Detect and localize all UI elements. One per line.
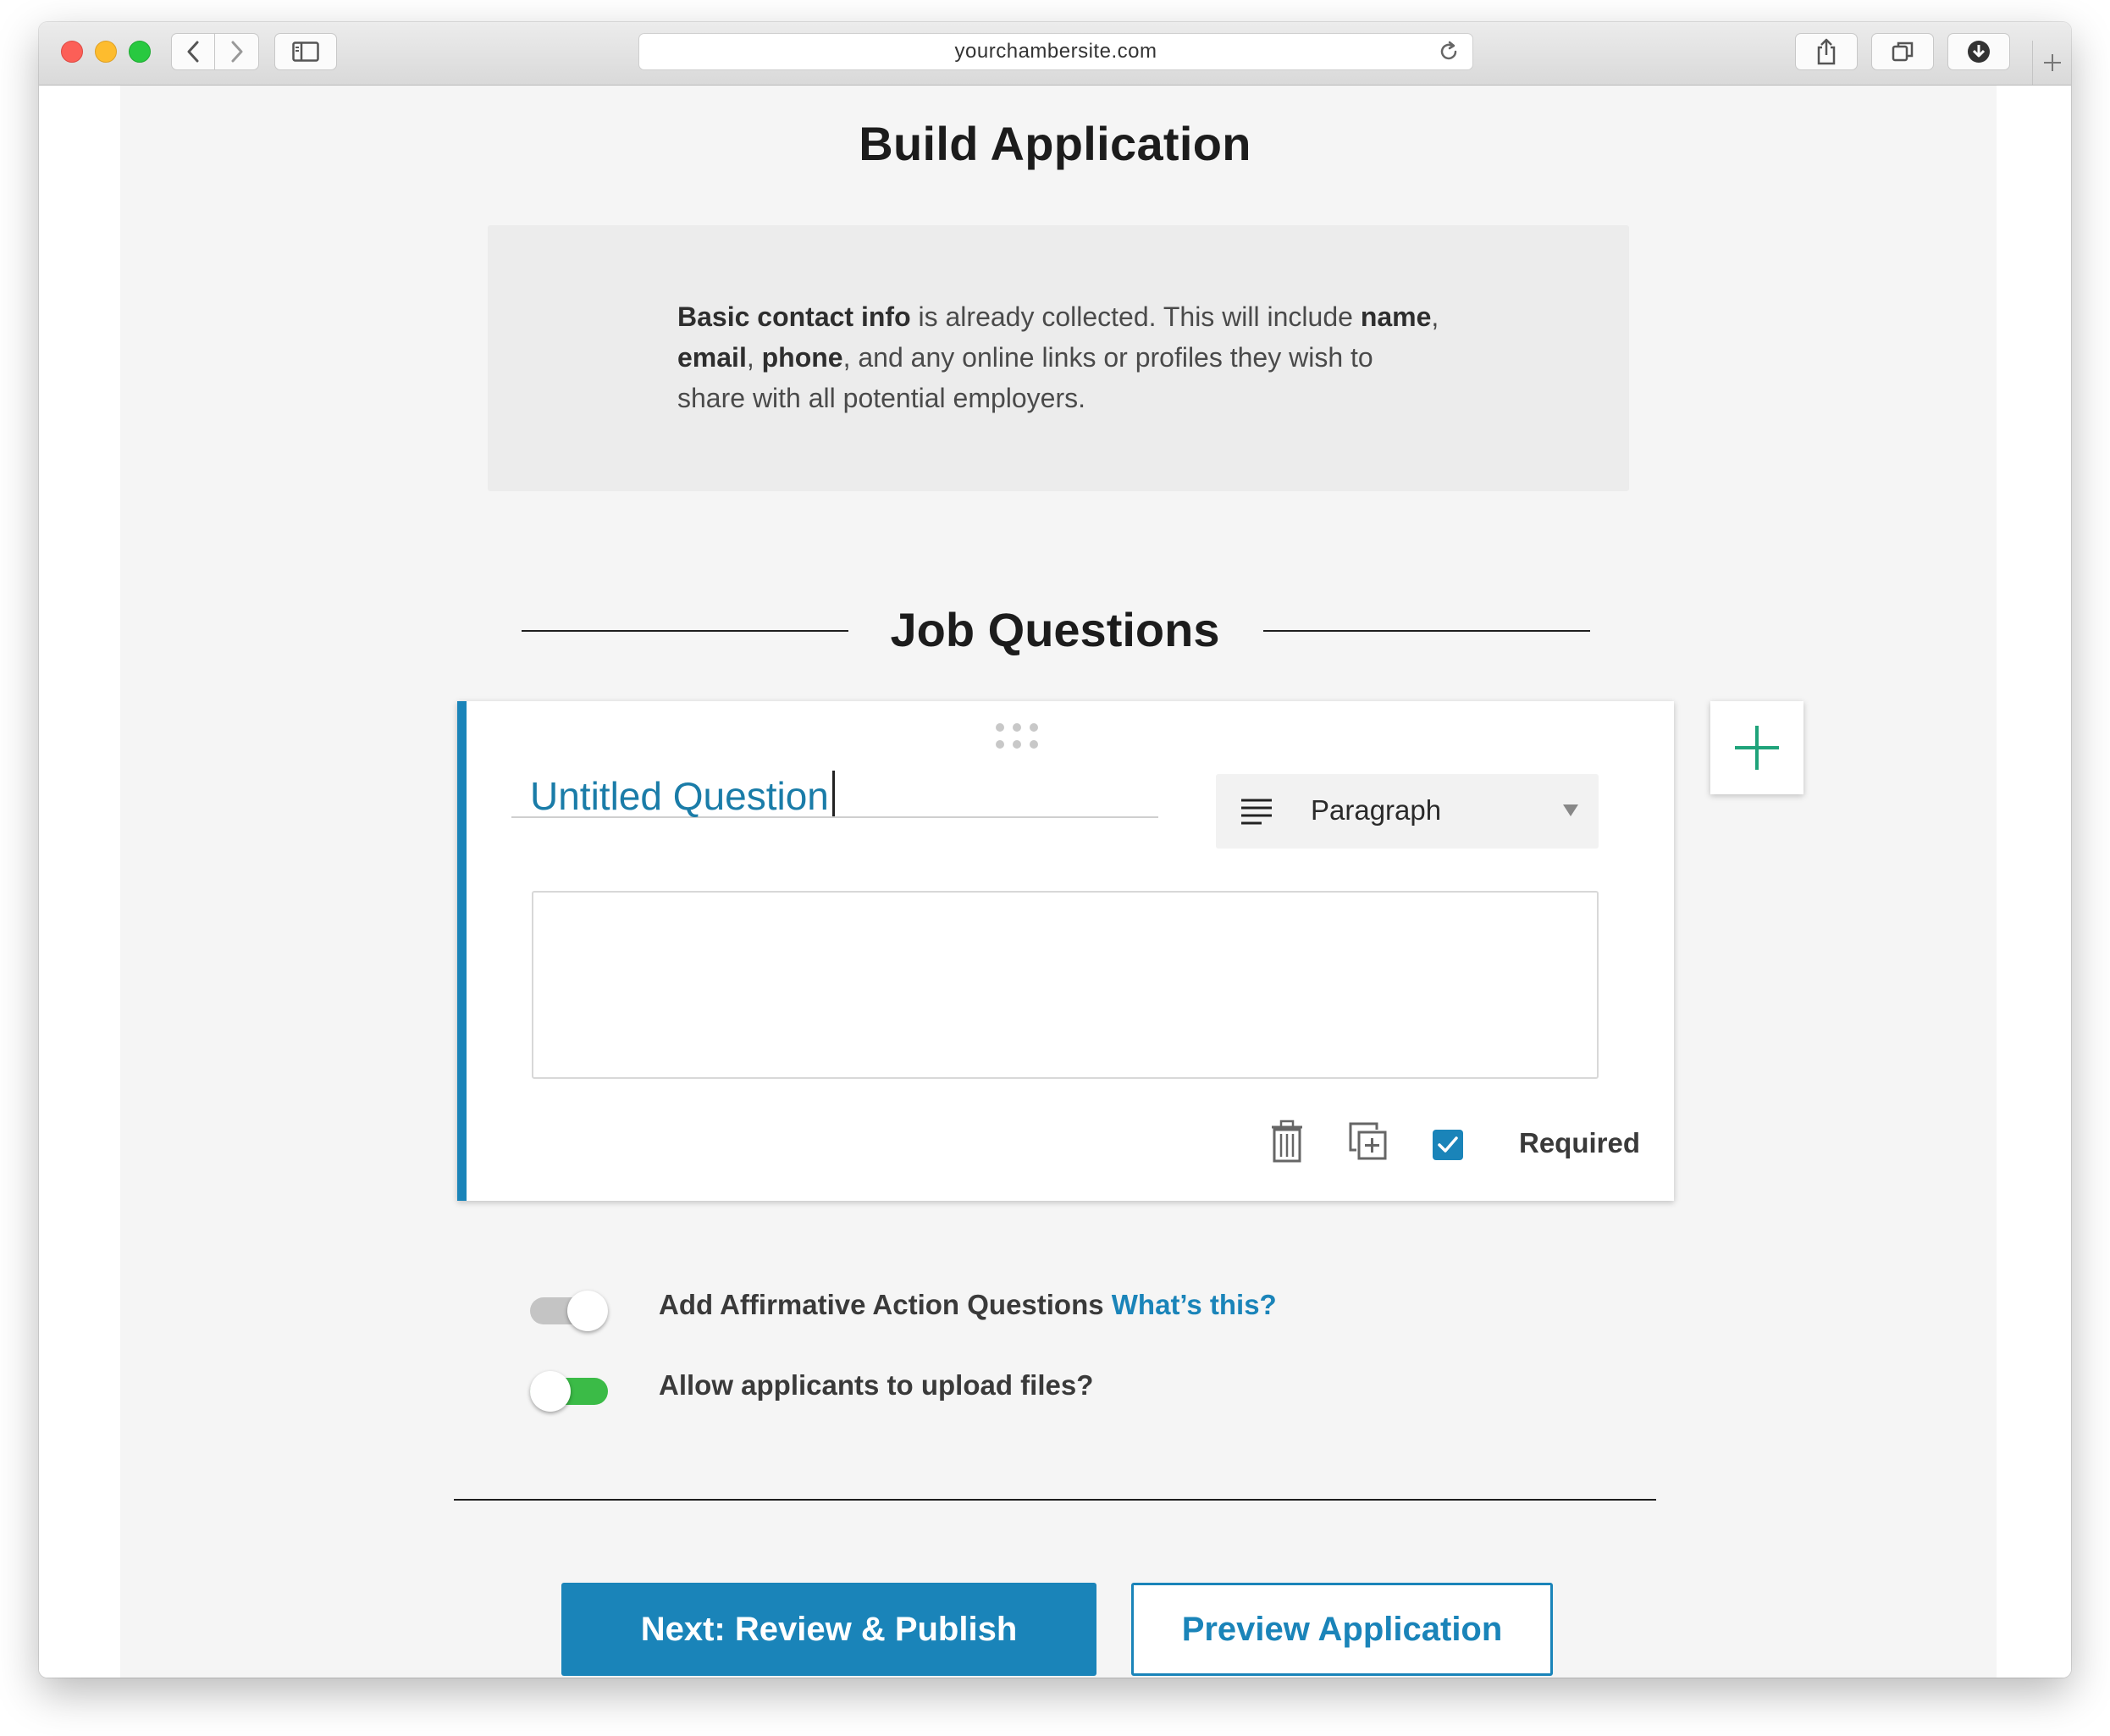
close-window-button[interactable] <box>61 41 83 63</box>
question-type-select[interactable]: Paragraph <box>1216 774 1599 849</box>
new-tab-button[interactable] <box>2032 41 2071 85</box>
toggle-knob <box>567 1291 608 1331</box>
duplicate-question-button[interactable] <box>1348 1121 1389 1166</box>
affirmative-action-text: Add Affirmative Action Questions <box>659 1289 1104 1320</box>
info-bold-email: email <box>677 342 747 373</box>
chevron-left-icon <box>187 41 199 63</box>
share-icon <box>1817 38 1836 65</box>
text-cursor <box>831 771 835 816</box>
page-viewport: Build Application Basic contact info is … <box>39 86 2071 1678</box>
trash-icon <box>1272 1120 1302 1163</box>
job-questions-heading: Job Questions <box>890 603 1220 656</box>
tabs-overview-button[interactable] <box>1871 33 1934 70</box>
forward-button[interactable] <box>215 33 259 70</box>
downloads-button[interactable] <box>1947 33 2010 70</box>
checkmark-icon <box>1438 1136 1458 1153</box>
duplicate-icon <box>1349 1122 1387 1160</box>
browser-toolbar: yourchambersite.com <box>39 22 2071 86</box>
url-text: yourchambersite.com <box>954 40 1157 63</box>
sidebar-icon <box>292 41 319 62</box>
active-card-indicator <box>457 701 467 1201</box>
info-comma-1: , <box>1431 301 1439 332</box>
info-bold-contact: Basic contact info <box>677 301 911 332</box>
chevron-right-icon <box>231 41 242 63</box>
contact-info-text: Basic contact info is already collected.… <box>677 296 1439 418</box>
page-title: Build Application <box>859 117 1251 170</box>
question-title-value: Untitled Question <box>530 774 829 818</box>
question-title-text[interactable]: Untitled Question <box>530 771 835 819</box>
add-question-button[interactable] <box>1710 701 1803 794</box>
toggle-knob <box>530 1371 571 1412</box>
answer-preview-field[interactable] <box>532 891 1599 1079</box>
question-type-label: Paragraph <box>1311 794 1442 826</box>
info-bold-phone: phone <box>761 342 843 373</box>
affirmative-action-label: Add Affirmative Action Questions What’s … <box>659 1289 1277 1321</box>
footer-divider <box>454 1499 1656 1501</box>
browser-window: yourchambersite.com Build Application Ba… <box>39 22 2071 1678</box>
info-text-1: is already collected. This will include <box>910 301 1361 332</box>
reload-icon[interactable] <box>1437 40 1461 64</box>
address-bar[interactable]: yourchambersite.com <box>638 33 1473 70</box>
question-card: Untitled Question Paragraph Required <box>457 701 1674 1201</box>
plus-icon <box>1735 726 1779 770</box>
next-review-publish-button[interactable]: Next: Review & Publish <box>561 1583 1096 1676</box>
contact-info-notice: Basic contact info is already collected.… <box>488 225 1629 491</box>
plus-icon <box>2044 54 2061 71</box>
sidebar-toggle-button[interactable] <box>274 33 337 70</box>
tabs-overview-icon <box>1892 41 1914 62</box>
caret-down-icon <box>1563 804 1578 816</box>
back-button[interactable] <box>171 33 215 70</box>
whats-this-link[interactable]: What’s this? <box>1112 1289 1277 1320</box>
zoom-window-button[interactable] <box>129 41 151 63</box>
paragraph-icon <box>1241 799 1272 825</box>
drag-handle-icon[interactable] <box>996 723 1047 754</box>
file-upload-label: Allow applicants to upload files? <box>659 1369 1094 1401</box>
delete-question-button[interactable] <box>1270 1120 1304 1168</box>
download-icon <box>1968 41 1990 63</box>
section-divider-right <box>1263 630 1590 632</box>
required-label[interactable]: Required <box>1519 1127 1640 1159</box>
preview-application-button[interactable]: Preview Application <box>1131 1583 1553 1676</box>
required-checkbox[interactable] <box>1433 1130 1463 1160</box>
minimize-window-button[interactable] <box>95 41 117 63</box>
info-bold-name: name <box>1360 301 1432 332</box>
info-comma-2: , <box>746 342 762 373</box>
affirmative-action-toggle[interactable] <box>530 1285 608 1335</box>
share-button[interactable] <box>1795 33 1858 70</box>
file-upload-toggle[interactable] <box>530 1365 608 1416</box>
